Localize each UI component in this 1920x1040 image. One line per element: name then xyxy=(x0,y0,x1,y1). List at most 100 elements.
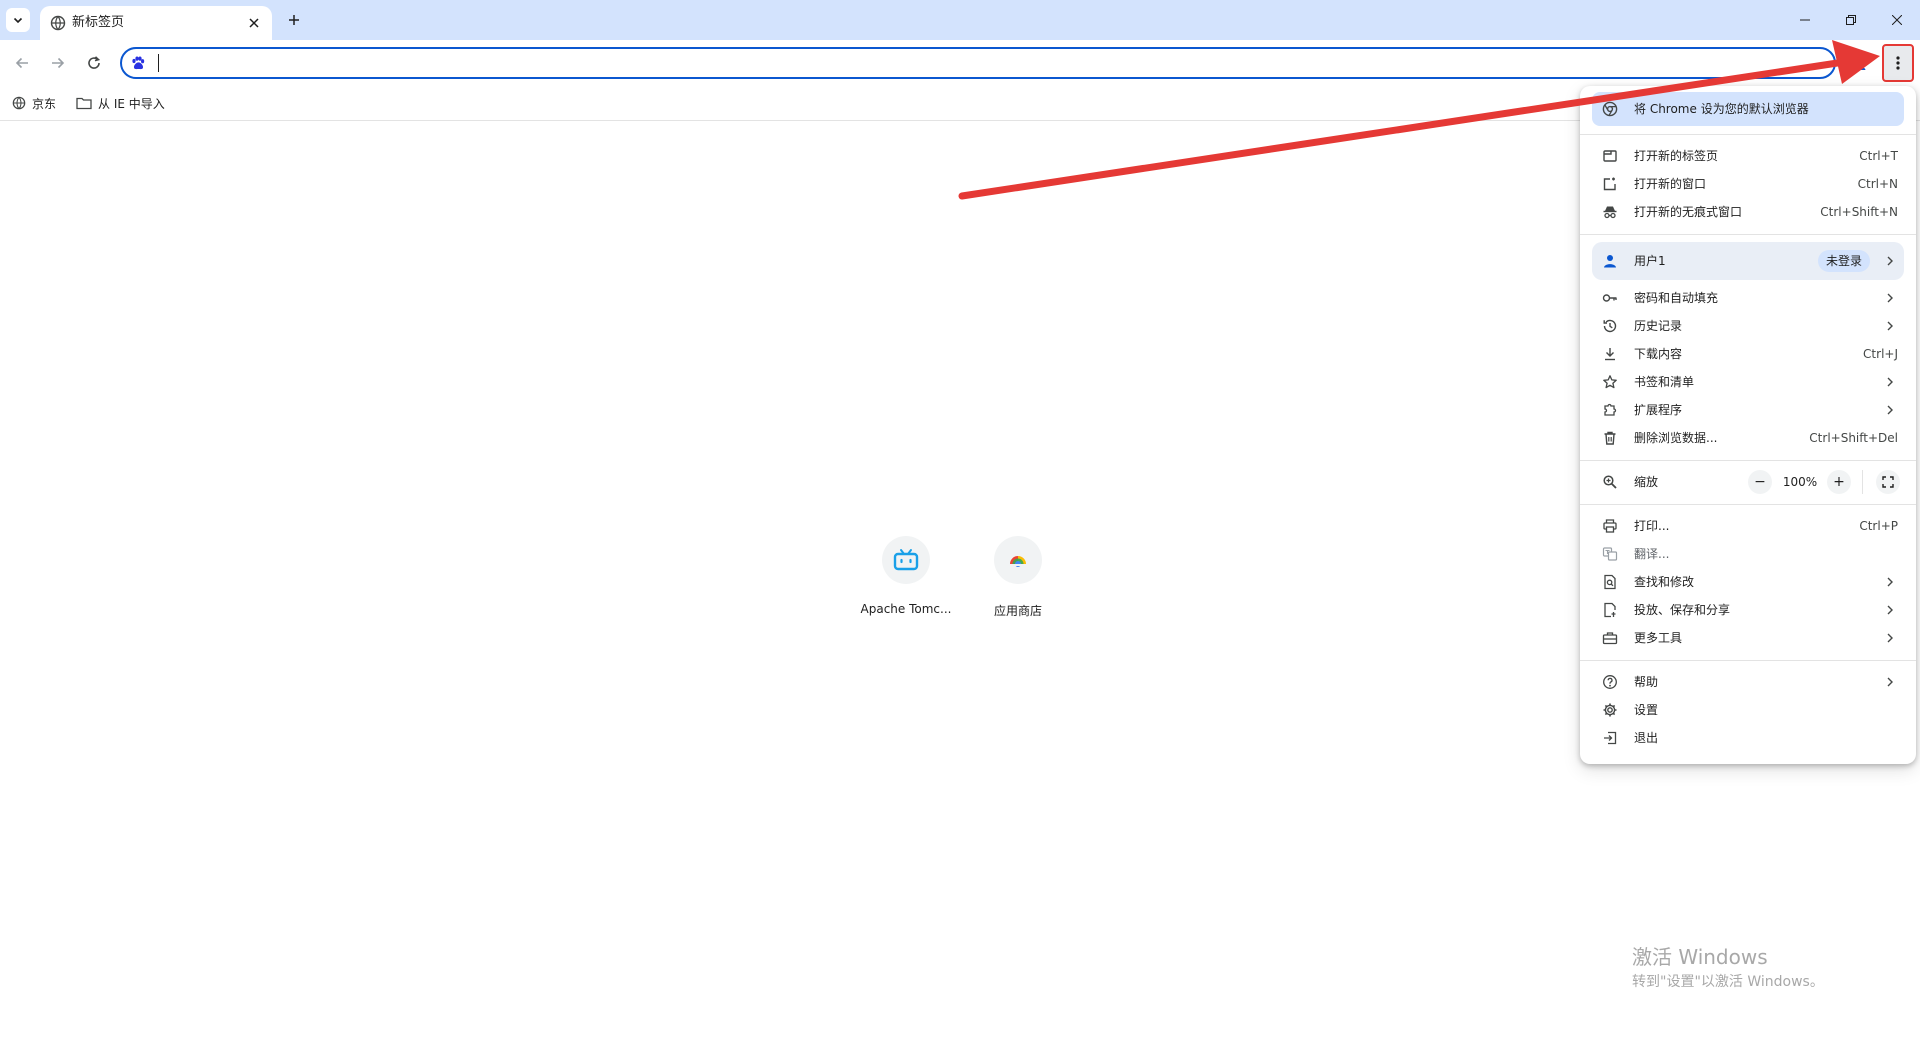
back-button[interactable] xyxy=(8,49,36,77)
bookmark-label: 从 IE 中导入 xyxy=(98,96,165,111)
menu-item-shortcut: Ctrl+N xyxy=(1857,177,1898,191)
shortcut-tile xyxy=(882,536,930,584)
globe-icon xyxy=(12,96,26,110)
tab-new-tab[interactable]: 新标签页 xyxy=(40,6,272,40)
menu-item-print[interactable]: 打印... Ctrl+P xyxy=(1580,512,1916,540)
person-icon xyxy=(1850,54,1868,72)
shortcut-tomcat[interactable]: Apache Tomc... xyxy=(850,536,962,646)
text-caret xyxy=(158,54,159,72)
menu-item-label: 打开新的标签页 xyxy=(1634,149,1719,163)
restore-button[interactable] xyxy=(1828,0,1874,40)
menu-item-passwords[interactable]: 密码和自动填充 xyxy=(1580,284,1916,312)
chevron-right-icon xyxy=(1882,574,1898,590)
menu-item-history[interactable]: 历史记录 xyxy=(1580,312,1916,340)
menu-item-translate: 翻译... xyxy=(1580,540,1916,568)
close-icon xyxy=(1892,15,1902,25)
tab-strip: 新标签页 xyxy=(0,0,1920,40)
zoom-in-button[interactable]: + xyxy=(1827,470,1851,494)
chrome-menu-button[interactable] xyxy=(1882,44,1914,82)
menu-item-find-edit[interactable]: 查找和修改 xyxy=(1580,568,1916,596)
menu-item-label: 密码和自动填充 xyxy=(1634,291,1719,305)
menu-item-exit[interactable]: 退出 xyxy=(1580,724,1916,752)
zoom-icon xyxy=(1602,474,1618,490)
arrow-left-icon xyxy=(14,55,30,71)
watermark-title: 激活 Windows xyxy=(1632,945,1768,969)
menu-item-label: 退出 xyxy=(1634,731,1659,745)
address-bar[interactable] xyxy=(120,47,1836,79)
plus-icon xyxy=(288,14,300,26)
menu-item-label: 删除浏览数据... xyxy=(1634,431,1718,445)
menu-item-downloads[interactable]: 下载内容 Ctrl+J xyxy=(1580,340,1916,368)
menu-item-label: 帮助 xyxy=(1634,675,1659,689)
menu-item-label: 设置 xyxy=(1634,703,1659,717)
chevron-right-icon xyxy=(1882,630,1898,646)
menu-item-label: 用户1 xyxy=(1634,254,1666,268)
menu-item-help[interactable]: 帮助 xyxy=(1580,668,1916,696)
menu-divider xyxy=(1580,234,1916,235)
shortcut-tile xyxy=(994,536,1042,584)
menu-item-settings[interactable]: 设置 xyxy=(1580,696,1916,724)
menu-item-label: 下载内容 xyxy=(1634,347,1683,361)
fullscreen-button[interactable] xyxy=(1876,470,1900,494)
minimize-button[interactable] xyxy=(1782,0,1828,40)
menu-item-new-tab[interactable]: 打开新的标签页 Ctrl+T xyxy=(1580,142,1916,170)
menu-item-label: 打印... xyxy=(1634,519,1670,533)
menu-item-extensions[interactable]: 扩展程序 xyxy=(1580,396,1916,424)
menu-item-cast-save-share[interactable]: 投放、保存和分享 xyxy=(1580,596,1916,624)
tv-icon xyxy=(893,548,919,572)
reload-button[interactable] xyxy=(80,49,108,77)
menu-item-shortcut: Ctrl+Shift+Del xyxy=(1809,431,1898,445)
window-close-button[interactable] xyxy=(1874,0,1920,40)
address-input[interactable] xyxy=(154,52,1758,76)
bookmark-jd[interactable]: 京东 xyxy=(12,92,56,114)
menu-item-bookmarks[interactable]: 书签和清单 xyxy=(1580,368,1916,396)
tab-search-button[interactable] xyxy=(6,8,30,32)
new-window-icon xyxy=(1602,176,1618,192)
menu-item-shortcut: Ctrl+Shift+N xyxy=(1820,205,1898,219)
chevron-down-icon xyxy=(12,14,24,26)
close-icon[interactable] xyxy=(244,13,264,33)
download-icon xyxy=(1602,346,1618,362)
plus-icon: + xyxy=(1833,474,1845,490)
printer-icon xyxy=(1602,518,1618,534)
chevron-right-icon xyxy=(1882,290,1898,306)
menu-item-shortcut: Ctrl+P xyxy=(1859,519,1898,533)
chevron-right-icon xyxy=(1882,253,1898,269)
watermark-subtitle: 转到"设置"以激活 Windows。 xyxy=(1632,974,1824,990)
shortcut-web-store[interactable]: 应用商店 xyxy=(962,536,1074,646)
menu-divider xyxy=(1580,134,1916,135)
menu-item-label: 打开新的无痕式窗口 xyxy=(1634,205,1743,219)
tab-title: 新标签页 xyxy=(72,15,125,30)
menu-item-incognito[interactable]: 打开新的无痕式窗口 Ctrl+Shift+N xyxy=(1580,198,1916,226)
fullscreen-icon xyxy=(1882,476,1894,488)
toolbox-icon xyxy=(1602,630,1618,646)
new-tab-icon xyxy=(1602,148,1618,164)
chevron-right-icon xyxy=(1882,674,1898,690)
web-store-icon xyxy=(1006,548,1030,572)
menu-item-zoom: 缩放 − 100% + xyxy=(1580,468,1916,496)
menu-item-shortcut: Ctrl+J xyxy=(1863,347,1898,361)
more-vert-icon xyxy=(1896,55,1900,71)
minus-icon: − xyxy=(1754,474,1766,490)
bookmark-folder-ie-import[interactable]: 从 IE 中导入 xyxy=(76,92,165,114)
menu-item-label: 书签和清单 xyxy=(1634,375,1695,389)
menu-item-more-tools[interactable]: 更多工具 xyxy=(1580,624,1916,652)
person-icon xyxy=(1602,253,1618,269)
menu-item-label: 翻译... xyxy=(1634,547,1670,561)
menu-item-set-default-browser[interactable]: 将 Chrome 设为您的默认浏览器 xyxy=(1592,92,1904,126)
menu-item-user-profile[interactable]: 用户1 未登录 xyxy=(1592,242,1904,280)
menu-divider xyxy=(1580,660,1916,661)
arrow-right-icon xyxy=(50,55,66,71)
menu-item-new-window[interactable]: 打开新的窗口 Ctrl+N xyxy=(1580,170,1916,198)
new-tab-button[interactable] xyxy=(282,8,306,32)
profile-button[interactable] xyxy=(1848,52,1870,74)
zoom-out-button[interactable]: − xyxy=(1748,470,1772,494)
forward-button[interactable] xyxy=(44,49,72,77)
translate-icon xyxy=(1602,546,1618,562)
menu-item-label: 投放、保存和分享 xyxy=(1634,603,1731,617)
menu-item-clear-data[interactable]: 删除浏览数据... Ctrl+Shift+Del xyxy=(1580,424,1916,452)
search-engine-icon xyxy=(130,55,146,71)
sign-in-status-badge: 未登录 xyxy=(1817,250,1870,272)
menu-item-label: 缩放 xyxy=(1634,475,1659,489)
trash-icon xyxy=(1602,430,1618,446)
